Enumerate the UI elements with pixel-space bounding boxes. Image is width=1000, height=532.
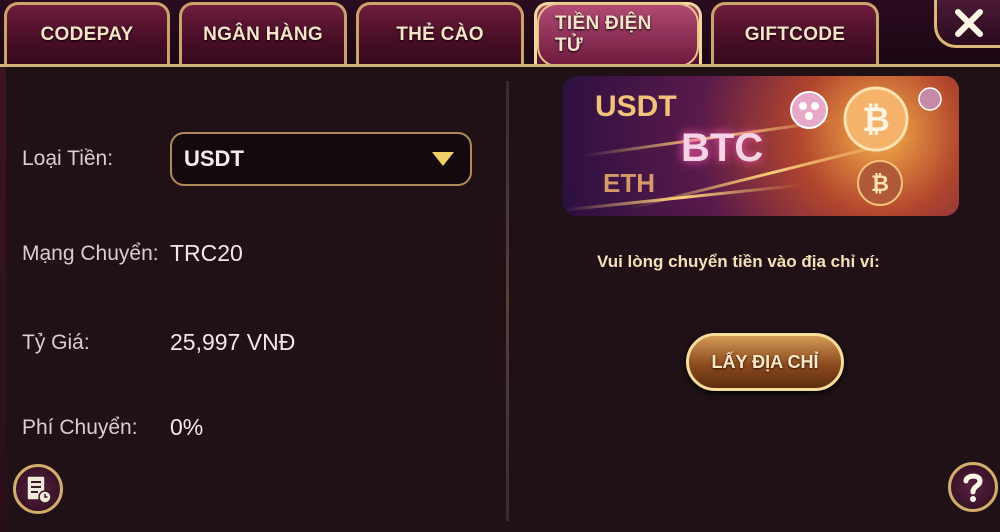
fee-label: Phí Chuyển:: [22, 416, 138, 439]
crypto-banner: USDT BTC ETH ₿ ₿: [563, 76, 959, 216]
banner-btc-text: BTC: [681, 126, 764, 170]
wallet-prompt: Vui lòng chuyển tiền vào địa chỉ ví:: [597, 252, 880, 271]
tab-the-cao[interactable]: THẺ CÀO: [356, 2, 524, 64]
tab-tien-dien-tu[interactable]: TIỀN ĐIỆN TỬ: [534, 2, 702, 67]
tab-giftcode[interactable]: GIFTCODE: [711, 2, 879, 64]
currency-label: Loại Tiền:: [22, 147, 114, 170]
close-button[interactable]: [934, 0, 1000, 48]
tab-codepay[interactable]: CODEPAY: [4, 2, 170, 64]
rate-label: Tỷ Giá:: [22, 331, 90, 354]
get-address-button[interactable]: LẤY ĐỊA CHỈ: [686, 333, 844, 391]
svg-text:₿: ₿: [862, 101, 890, 139]
help-button[interactable]: [948, 462, 998, 512]
network-value: TRC20: [170, 240, 243, 266]
fee-value: 0%: [170, 414, 204, 440]
tab-label: CODEPAY: [40, 23, 134, 45]
help-icon: [963, 473, 983, 502]
get-address-label: LẤY ĐỊA CHỈ: [711, 351, 819, 372]
history-button[interactable]: [13, 464, 63, 514]
tab-bar: CODEPAY NGÂN HÀNG THẺ CÀO TIỀN ĐIỆN TỬ G…: [0, 0, 1000, 67]
tab-label: TIỀN ĐIỆN TỬ: [537, 2, 699, 67]
ripple-coin-small-icon: [918, 87, 942, 111]
banner-streak: [563, 183, 803, 212]
currency-select[interactable]: USDT: [170, 132, 472, 186]
banner-eth-text: ETH: [603, 168, 655, 198]
close-icon: [954, 8, 983, 37]
bitcoin-coin-small-icon: ₿: [857, 160, 903, 206]
tab-label: NGÂN HÀNG: [203, 23, 323, 45]
svg-text:₿: ₿: [871, 171, 889, 196]
ripple-coin-icon: [790, 91, 828, 129]
tab-label: GIFTCODE: [744, 23, 846, 45]
bitcoin-coin-icon: ₿: [843, 86, 909, 152]
rate-value: 25,997 VNĐ: [170, 329, 296, 355]
network-label: Mạng Chuyển:: [22, 242, 159, 265]
panel-divider: [506, 81, 509, 521]
chevron-down-icon: [432, 152, 454, 166]
tab-label: THẺ CÀO: [396, 23, 484, 45]
tab-ngan-hang[interactable]: NGÂN HÀNG: [179, 2, 347, 64]
banner-usdt-text: USDT: [595, 90, 677, 123]
currency-select-value: USDT: [184, 146, 244, 171]
history-icon: [26, 475, 52, 504]
